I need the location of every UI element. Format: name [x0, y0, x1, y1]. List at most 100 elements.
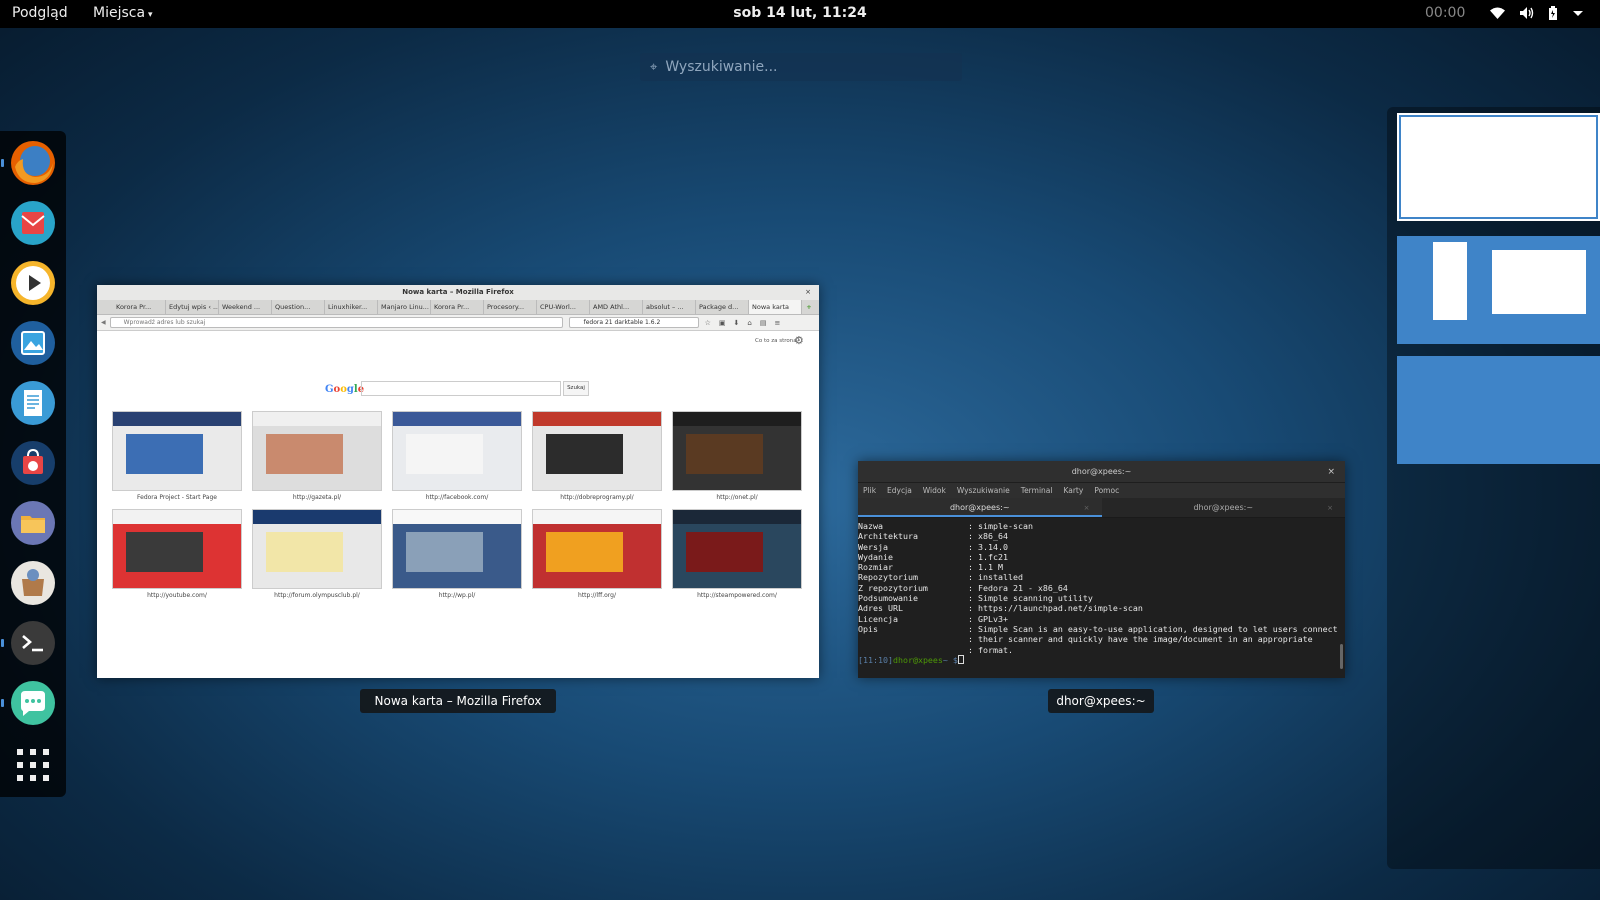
window-titlebar[interactable]: dhor@xpees:~ × — [858, 461, 1345, 483]
window-titlebar[interactable]: Nowa karta – Mozilla Firefox × — [97, 285, 819, 300]
window-title: Nowa karta – Mozilla Firefox — [402, 288, 514, 296]
bookmark-star-icon[interactable]: ☆ — [705, 319, 711, 327]
menu-item[interactable]: Terminal — [1021, 483, 1053, 498]
system-menu-caret-icon[interactable] — [1572, 6, 1584, 20]
browser-tab[interactable]: Edytuj wpis ‹ ... — [166, 300, 219, 314]
browser-tab[interactable]: AMD Athl... — [590, 300, 643, 314]
menu-item[interactable]: Edycja — [887, 483, 912, 498]
top-site-tile[interactable]: Fedora Project - Start Page — [112, 411, 242, 503]
firefox-caption[interactable]: Nowa karta – Mozilla Firefox — [360, 689, 556, 713]
scrollbar[interactable] — [1340, 644, 1343, 669]
top-site-tile[interactable]: http://youtube.com/ — [112, 509, 242, 601]
dash-terminal[interactable] — [1, 619, 57, 667]
activities-button[interactable]: Podgląd — [12, 5, 68, 21]
close-icon[interactable]: × — [1084, 498, 1090, 518]
what-is-this-link[interactable]: Co to za strona? — [755, 338, 800, 344]
menu-icon[interactable]: ≡ — [774, 319, 780, 327]
volume-icon[interactable] — [1519, 6, 1534, 20]
browser-tab[interactable]: Question... — [272, 300, 325, 314]
field-key: Podsumowanie — [858, 593, 918, 604]
clipboard-icon[interactable]: ▣ — [719, 319, 726, 327]
browser-tab[interactable]: Procesory... — [484, 300, 537, 314]
menu-item[interactable]: Widok — [923, 483, 946, 498]
site-label: http://steampowered.com/ — [697, 592, 777, 599]
browser-tab[interactable]: Linuxhiker... — [325, 300, 378, 314]
field-key: Repozytorium — [858, 572, 918, 583]
top-site-tile[interactable]: http://facebook.com/ — [392, 411, 522, 503]
site-preview — [672, 509, 802, 589]
field-value: : Fedora 21 - x86_64 — [968, 582, 1068, 593]
show-applications-icon[interactable] — [17, 749, 49, 781]
browser-tab[interactable]: absolut – ... — [643, 300, 696, 314]
menu-item[interactable]: Pomoc — [1094, 483, 1119, 498]
terminal-output[interactable]: Nazwa: simple-scan Architektura: x86_64 We… — [858, 518, 1345, 678]
google-search-button[interactable]: Szukaj — [563, 381, 589, 396]
window-title: dhor@xpees:~ — [1071, 467, 1132, 476]
browser-tab[interactable]: Package d... — [696, 300, 749, 314]
top-site-tile[interactable]: http://gazeta.pl/ — [252, 411, 382, 503]
output-line: Licencja: GPLv3+ — [858, 614, 1345, 624]
browser-tab[interactable]: Korora Pr... — [113, 300, 166, 314]
field-value: : https://launchpad.net/simple-scan — [968, 603, 1143, 614]
search-entry[interactable]: ⌖ Wyszukiwanie... — [640, 53, 962, 81]
site-preview — [112, 411, 242, 491]
firefox-window[interactable]: Nowa karta – Mozilla Firefox × Korora Pr.… — [97, 285, 819, 678]
terminal-tab-1[interactable]: dhor@xpees:~ × — [858, 498, 1102, 517]
terminal-caption[interactable]: dhor@xpees:~ — [1048, 689, 1154, 713]
dash-software-center[interactable] — [9, 439, 57, 487]
menu-item[interactable]: Wyszukiwanie — [957, 483, 1010, 498]
browser-tab[interactable]: CPU-Worl... — [537, 300, 590, 314]
browser-tab[interactable]: Korora Pr... — [431, 300, 484, 314]
field-value: : 3.14.0 — [968, 541, 1008, 552]
browser-tab[interactable]: Nowa karta — [749, 300, 802, 314]
browser-search-input[interactable]: fedora 21 darktable 1.6.2 — [568, 317, 699, 328]
dash-mail[interactable] — [9, 199, 57, 247]
browser-tab[interactable]: Weekend ... — [219, 300, 272, 314]
gear-icon[interactable]: ⚙ — [794, 334, 804, 347]
new-tab-icon[interactable]: + — [802, 300, 816, 314]
field-key: Architektura — [858, 531, 918, 542]
url-input[interactable]: Wprowadź adres lub szukaj — [109, 317, 563, 328]
menu-item[interactable]: Plik — [863, 483, 876, 498]
dash-firefox[interactable] — [1, 139, 57, 187]
terminal-window[interactable]: dhor@xpees:~ × Plik Edycja Widok Wyszukiwani… — [858, 461, 1345, 678]
workspace-1[interactable] — [1397, 113, 1600, 221]
places-menu[interactable]: Miejsca ▾ — [93, 5, 153, 21]
prompt-path: ~ $ — [942, 654, 958, 665]
google-search-input[interactable] — [361, 381, 561, 396]
top-site-tile[interactable]: http://dobreprogramy.pl/ — [532, 411, 662, 503]
wifi-icon[interactable] — [1490, 6, 1505, 20]
top-site-tile[interactable]: http://forum.olympusclub.pl/ — [252, 509, 382, 601]
workspace-2[interactable] — [1397, 236, 1600, 344]
terminal-tab-2[interactable]: dhor@xpees:~ × — [1102, 498, 1346, 517]
top-site-tile[interactable]: http://wp.pl/ — [392, 509, 522, 601]
system-tray[interactable] — [1490, 6, 1584, 20]
back-icon[interactable]: ◀ — [101, 319, 106, 326]
timer-readout[interactable]: 00:00 — [1425, 5, 1465, 21]
field-key: Licencja — [858, 613, 898, 624]
dash-image-viewer[interactable] — [9, 319, 57, 367]
top-sites-grid: Fedora Project - Start Page http://gazeta… — [112, 411, 802, 601]
top-site-tile[interactable]: http://lff.org/ — [532, 509, 662, 601]
workspace-3[interactable] — [1397, 356, 1600, 464]
battery-icon[interactable] — [1548, 6, 1558, 20]
site-preview — [392, 509, 522, 589]
dash-chat[interactable] — [1, 679, 57, 727]
dash-text-editor[interactable] — [9, 379, 57, 427]
dash-media-player[interactable] — [9, 259, 57, 307]
close-icon[interactable]: × — [1327, 461, 1335, 483]
pocket-icon[interactable]: ▤ — [760, 319, 767, 327]
menu-item[interactable]: Karty — [1063, 483, 1083, 498]
download-icon[interactable]: ⬇ — [734, 319, 740, 327]
top-site-tile[interactable]: http://onet.pl/ — [672, 411, 802, 503]
close-icon[interactable]: × — [805, 285, 811, 300]
top-site-tile[interactable]: http://steampowered.com/ — [672, 509, 802, 601]
field-key: Nazwa — [858, 521, 883, 531]
dash-files[interactable] — [9, 499, 57, 547]
dash-shop[interactable] — [9, 559, 57, 607]
site-label: http://wp.pl/ — [438, 592, 476, 599]
close-icon[interactable]: × — [1327, 498, 1333, 518]
home-icon[interactable]: ⌂ — [747, 319, 751, 327]
clock[interactable]: sob 14 lut, 11:24 — [733, 5, 866, 21]
browser-tab[interactable]: Manjaro Linu... — [378, 300, 431, 314]
